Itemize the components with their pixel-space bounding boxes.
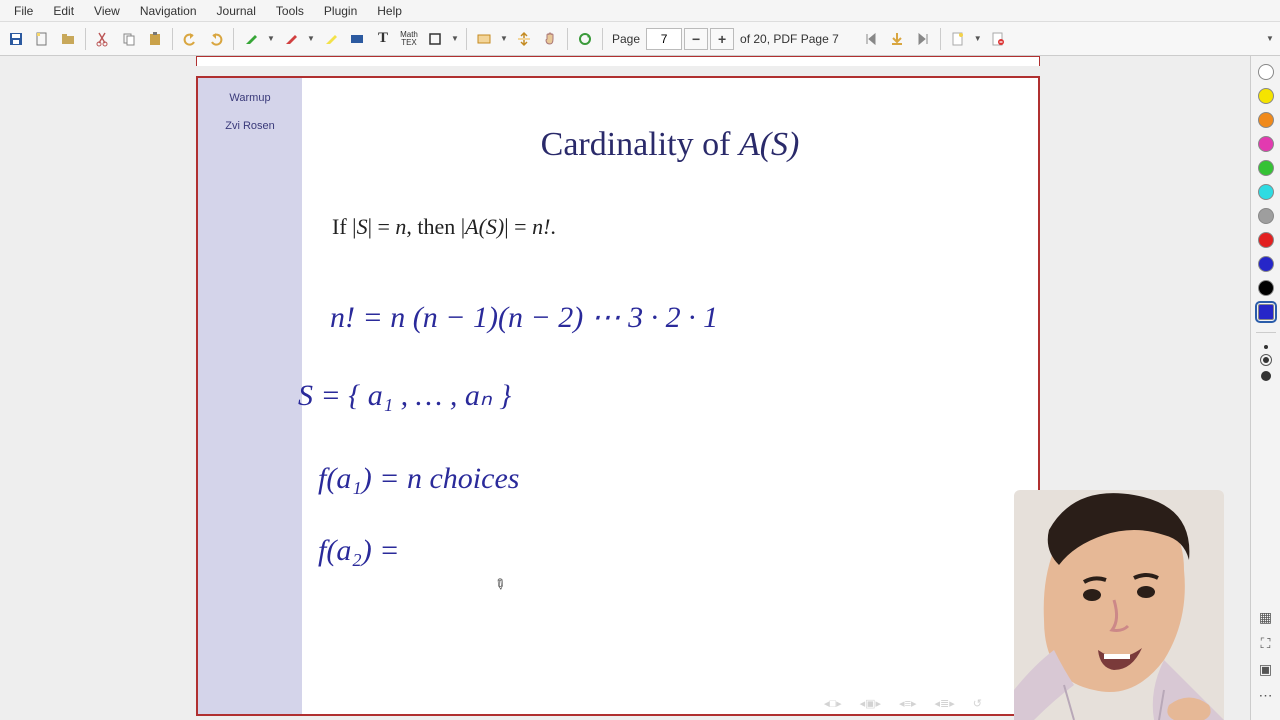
color-selected[interactable] [1258, 304, 1274, 320]
toolbar: ▼ ▼ T MathTEX ▼ ▼ Page − + of 20, PDF Pa… [0, 22, 1280, 56]
menu-plugin[interactable]: Plugin [314, 2, 367, 20]
grid-icon[interactable]: ▦ [1257, 608, 1275, 626]
menu-journal[interactable]: Journal [207, 2, 266, 20]
pen-dropdown[interactable]: ▼ [265, 34, 277, 43]
handwriting-line-4: f(a₂) = [318, 534, 400, 568]
color-yellow[interactable] [1258, 88, 1274, 104]
separator [602, 28, 603, 50]
fullscreen-icon[interactable]: ⛶ [1257, 634, 1275, 652]
handwriting-line-2: S = { a₁ , … , aₙ } [298, 378, 511, 413]
color-black[interactable] [1258, 280, 1274, 296]
color-magenta[interactable] [1258, 136, 1274, 152]
webcam-overlay [1014, 490, 1224, 720]
separator [85, 28, 86, 50]
page-background-button[interactable] [946, 27, 970, 51]
select-dropdown[interactable]: ▼ [498, 34, 510, 43]
color-green[interactable] [1258, 160, 1274, 176]
page-number-input[interactable] [646, 28, 682, 50]
slide-title: Cardinality of A(S) [326, 126, 1014, 164]
shape-dropdown[interactable]: ▼ [449, 34, 461, 43]
new-page-button[interactable] [30, 27, 54, 51]
select-rect-tool[interactable] [472, 27, 496, 51]
undo-button[interactable] [178, 27, 202, 51]
pdf-page[interactable]: Warmup Zvi Rosen Cardinality of A(S) If … [196, 76, 1040, 716]
open-button[interactable] [56, 27, 80, 51]
prev-page-peek [196, 56, 1040, 66]
separator [940, 28, 941, 50]
fill-tool[interactable] [345, 27, 369, 51]
refresh-button[interactable] [573, 27, 597, 51]
toolbar-overflow[interactable]: ▼ [1264, 34, 1276, 43]
beamer-nav: ◂□▸◂▣▸◂≡▸◂≣▸↺ [824, 697, 982, 710]
copy-button[interactable] [117, 27, 141, 51]
sidebar-author: Zvi Rosen [225, 120, 275, 132]
hand-tool[interactable] [538, 27, 562, 51]
page-bg-dropdown[interactable]: ▼ [972, 34, 984, 43]
menu-file[interactable]: File [4, 2, 43, 20]
color-palette: ▦ ⛶ ▣ ⋯ [1250, 56, 1280, 720]
redo-button[interactable] [204, 27, 228, 51]
slide-content: Cardinality of A(S) If |S| = n, then |A(… [302, 78, 1038, 714]
menu-view[interactable]: View [84, 2, 130, 20]
eraser-dropdown[interactable]: ▼ [305, 34, 317, 43]
sidebar-title: Warmup [229, 92, 270, 104]
page-label: Page [612, 32, 640, 46]
menu-help[interactable]: Help [367, 2, 412, 20]
eraser-tool[interactable] [279, 27, 303, 51]
paste-button[interactable] [143, 27, 167, 51]
math-tool[interactable]: MathTEX [397, 27, 421, 51]
handwriting-line-3: f(a₁) = n choices [318, 462, 519, 496]
shape-tool[interactable] [423, 27, 447, 51]
save-button[interactable] [4, 27, 28, 51]
page-total-label: of 20, PDF Page 7 [740, 32, 839, 46]
slide-body-text: If |S| = n, then |A(S)| = n!. [332, 214, 1014, 240]
highlighter-tool[interactable] [319, 27, 343, 51]
stroke-med[interactable] [1263, 357, 1269, 363]
slide-sidebar: Warmup Zvi Rosen [198, 78, 302, 714]
menu-tools[interactable]: Tools [266, 2, 314, 20]
workspace: Warmup Zvi Rosen Cardinality of A(S) If … [0, 56, 1280, 720]
separator [567, 28, 568, 50]
color-red[interactable] [1258, 232, 1274, 248]
pen-cursor-icon: ✎ [490, 574, 510, 595]
delete-page-button[interactable] [986, 27, 1010, 51]
stroke-thin[interactable] [1264, 345, 1268, 349]
page-plus-button[interactable]: + [710, 28, 734, 50]
color-white[interactable] [1258, 64, 1274, 80]
menu-navigation[interactable]: Navigation [130, 2, 207, 20]
palette-separator [1256, 332, 1276, 333]
prev-annotated-button[interactable] [885, 27, 909, 51]
color-gray[interactable] [1258, 208, 1274, 224]
stroke-thick[interactable] [1261, 371, 1271, 381]
pen-tool[interactable] [239, 27, 263, 51]
cut-button[interactable] [91, 27, 115, 51]
page-minus-button[interactable]: − [684, 28, 708, 50]
color-cyan[interactable] [1258, 184, 1274, 200]
separator [172, 28, 173, 50]
separator [466, 28, 467, 50]
handwriting-line-1: n! = n (n − 1)(n − 2) ⋯ 3 · 2 · 1 [330, 300, 718, 335]
menu-bar: File Edit View Navigation Journal Tools … [0, 0, 1280, 22]
layer-icon[interactable]: ▣ [1257, 660, 1275, 678]
last-page-button[interactable] [911, 27, 935, 51]
more-icon[interactable]: ⋯ [1257, 686, 1275, 704]
menu-edit[interactable]: Edit [43, 2, 84, 20]
first-page-button[interactable] [859, 27, 883, 51]
vertical-space-tool[interactable] [512, 27, 536, 51]
separator [233, 28, 234, 50]
color-orange[interactable] [1258, 112, 1274, 128]
text-tool[interactable]: T [371, 27, 395, 51]
color-blue[interactable] [1258, 256, 1274, 272]
